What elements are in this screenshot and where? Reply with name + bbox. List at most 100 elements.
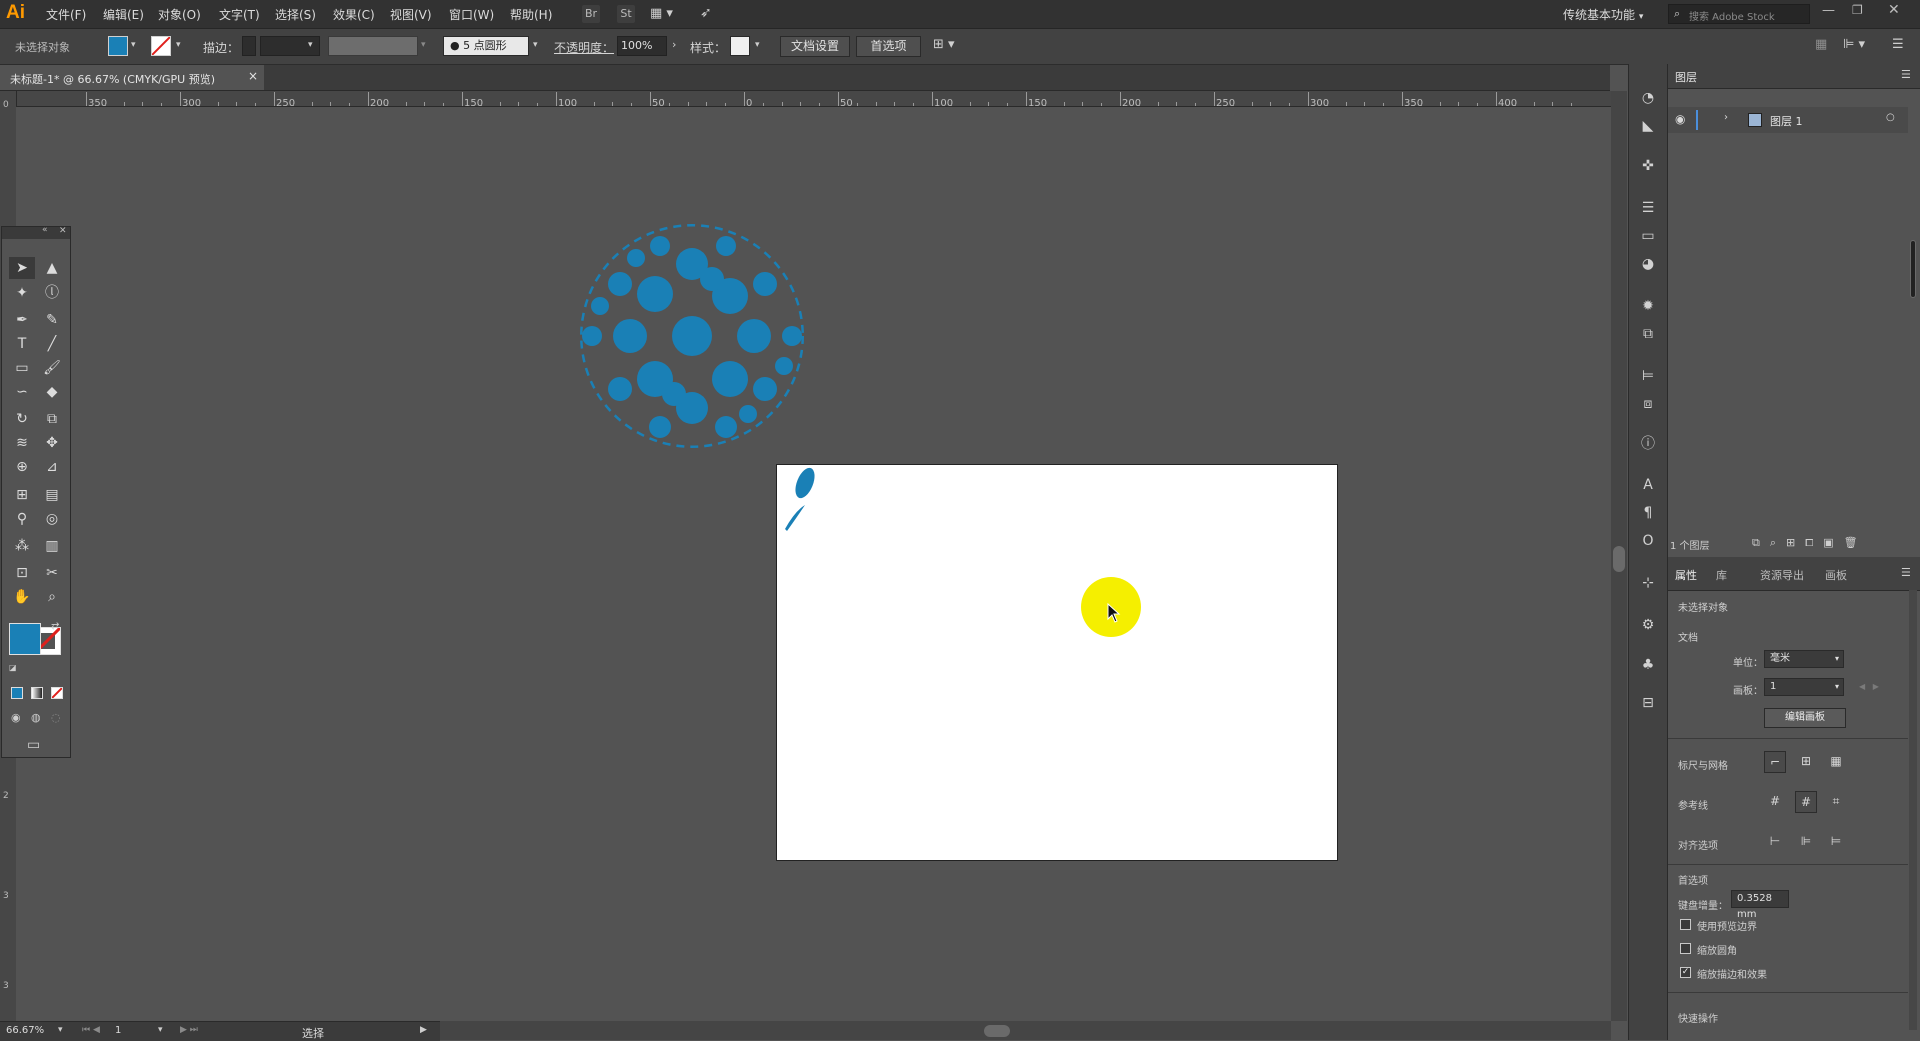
collapse-icon[interactable]: « xyxy=(42,225,48,235)
opacity-label[interactable]: 不透明度： xyxy=(554,39,614,56)
vertical-scroll-thumb[interactable] xyxy=(1613,546,1625,572)
menu-effect[interactable]: 效果(C) xyxy=(333,6,375,23)
chevron-right-icon[interactable]: › xyxy=(1724,112,1728,123)
layers-tab[interactable]: 图层 xyxy=(1675,69,1697,85)
eyedropper-tool-icon[interactable]: ⚲ xyxy=(9,508,35,530)
fill-swatch[interactable] xyxy=(108,36,128,56)
brush-stroke-artwork[interactable] xyxy=(781,465,817,531)
symbols-settings-icon[interactable]: ⚙ xyxy=(1638,615,1658,635)
artboard-select[interactable]: 1 ▾ xyxy=(1764,678,1844,696)
default-colors-icon[interactable]: ◪ xyxy=(9,663,17,672)
scale-strokes-checkbox[interactable]: ✓ xyxy=(1680,967,1691,978)
current-tool-status[interactable]: 选择 xyxy=(302,1025,324,1041)
artboard[interactable] xyxy=(776,464,1338,861)
brushes-icon[interactable]: ✜ xyxy=(1638,156,1658,176)
fill-color-box[interactable] xyxy=(9,623,41,655)
chevron-down-icon[interactable]: ▾ xyxy=(131,40,136,50)
column-graph-tool-icon[interactable]: ▥ xyxy=(39,535,65,557)
restore-icon[interactable]: ❐ xyxy=(1852,3,1863,17)
bridge-button[interactable]: Br xyxy=(582,5,600,23)
tab-libraries[interactable]: 库 xyxy=(1716,567,1727,583)
menu-file[interactable]: 文件(F) xyxy=(46,6,86,23)
align-icon[interactable]: ⊨ xyxy=(1638,366,1658,386)
chevron-right-icon[interactable]: ▶ xyxy=(420,1025,427,1035)
line-tool-icon[interactable]: ╱ xyxy=(39,333,65,355)
show-guides-icon[interactable]: # xyxy=(1764,791,1786,813)
snap-to-pixel-icon[interactable]: ⊫ xyxy=(1795,831,1817,853)
panel-menu-icon[interactable]: ☰ xyxy=(1901,566,1911,579)
lasso-tool-icon[interactable]: ⓛ xyxy=(39,282,65,304)
chevron-down-icon[interactable]: ▾ xyxy=(421,40,426,50)
first-artboard-icon[interactable]: ⏮ ◀ xyxy=(82,1025,100,1035)
scale-tool-icon[interactable]: ⧉ xyxy=(39,408,65,430)
horizontal-ruler[interactable]: 350 300 250 200 150 100 50 0 50 100 150 200 250 300 35… xyxy=(16,91,1611,107)
horizontal-scroll-thumb[interactable] xyxy=(984,1025,1010,1037)
color-guide-icon[interactable]: ◔ xyxy=(1638,88,1658,108)
symbol-sprayer-tool-icon[interactable]: ⁂ xyxy=(9,535,35,557)
rectangle-tool-icon[interactable]: ▭ xyxy=(9,357,35,379)
blend-tool-icon[interactable]: ◎ xyxy=(39,508,65,530)
vertical-scrollbar[interactable] xyxy=(1611,91,1627,1021)
eye-visibility-icon[interactable]: ◉ xyxy=(1675,112,1685,126)
swatches-icon[interactable]: ◣ xyxy=(1638,116,1658,136)
magic-wand-tool-icon[interactable]: ✦ xyxy=(9,282,35,304)
color-mode-icon[interactable] xyxy=(11,687,23,699)
tools-panel-header[interactable]: « ✕ xyxy=(2,225,70,239)
variable-width-profile[interactable] xyxy=(328,36,418,56)
selection-tool-icon[interactable]: ➤ xyxy=(9,257,35,279)
stock-search[interactable]: ⌕ 搜索 Adobe Stock xyxy=(1668,4,1810,24)
chevron-down-icon[interactable]: ▾ xyxy=(176,40,181,50)
transform-icon[interactable]: ⊹ xyxy=(1638,573,1658,593)
graphic-styles-icon[interactable]: ⧉ xyxy=(1638,324,1658,344)
stock-button[interactable]: St xyxy=(617,5,635,23)
pathfinder-icon[interactable]: ⧈ xyxy=(1638,394,1658,414)
zoom-tool-icon[interactable]: ⌕ xyxy=(39,586,65,608)
rulers-icon[interactable]: ⌐ xyxy=(1764,751,1786,773)
symbols-icon[interactable]: ♣ xyxy=(1638,655,1658,675)
edit-artboards-button[interactable]: 编辑画板 xyxy=(1764,708,1846,728)
transparency-icon[interactable]: ◕ xyxy=(1638,254,1658,274)
swap-colors-icon[interactable]: ⇄ xyxy=(51,621,59,632)
draw-normal-icon[interactable]: ◉ xyxy=(11,711,21,724)
chevron-down-icon[interactable]: ▾ xyxy=(58,1025,63,1035)
draw-inside-icon[interactable]: ◌ xyxy=(51,711,61,724)
grid-icon[interactable]: ⊞ xyxy=(1795,751,1817,773)
stroke-icon[interactable]: ☰ xyxy=(1638,198,1658,218)
preview-bounds-checkbox[interactable] xyxy=(1680,919,1691,930)
artboard-nav-icons[interactable]: ◀ ▶ xyxy=(1859,682,1879,691)
snap-to-point-icon[interactable]: ⊢ xyxy=(1764,831,1786,853)
document-tab[interactable]: 未标题-1* @ 66.67% (CMYK/GPU 预览) × xyxy=(0,65,264,90)
menu-type[interactable]: 文字(T) xyxy=(219,6,260,23)
mesh-tool-icon[interactable]: ⊞ xyxy=(9,484,35,506)
gradient-mode-icon[interactable] xyxy=(31,687,43,699)
snap-to-glyph-icon[interactable]: ⊨ xyxy=(1825,831,1847,853)
document-setup-button[interactable]: 文档设置 xyxy=(780,36,850,57)
close-icon[interactable]: ✕ xyxy=(59,226,67,236)
minimize-icon[interactable]: — xyxy=(1822,3,1835,18)
screen-mode-icon[interactable]: ▭ xyxy=(27,737,40,753)
workspace-switcher[interactable]: 传统基本功能 ▾ xyxy=(1563,6,1643,23)
menu-help[interactable]: 帮助(H) xyxy=(510,6,552,23)
chevron-down-icon[interactable]: ▾ xyxy=(755,40,760,50)
dotted-sphere-artwork[interactable] xyxy=(580,224,820,464)
menu-view[interactable]: 视图(V) xyxy=(390,6,432,23)
stroke-swatch[interactable] xyxy=(151,36,171,56)
menu-window[interactable]: 窗口(W) xyxy=(449,6,494,23)
tab-artboards[interactable]: 画板 xyxy=(1825,567,1847,583)
tab-properties[interactable]: 属性 xyxy=(1675,567,1697,583)
rotate-tool-icon[interactable]: ↻ xyxy=(9,408,35,430)
chevron-down-icon[interactable]: ▾ xyxy=(308,40,313,50)
paragraph-icon[interactable]: ¶ xyxy=(1638,503,1658,523)
unit-select[interactable]: 毫米 ▾ xyxy=(1764,650,1844,668)
layer-name[interactable]: 图层 1 xyxy=(1770,113,1803,129)
transform-icon[interactable]: ⊞ ▾ xyxy=(933,37,955,52)
gradient-tool-icon[interactable]: ▤ xyxy=(39,484,65,506)
gpu-performance-icon[interactable]: ➶ xyxy=(700,5,712,21)
hand-tool-icon[interactable]: ✋ xyxy=(9,586,35,608)
target-icon[interactable]: ○ xyxy=(1886,112,1895,123)
chevron-right-icon[interactable]: › xyxy=(672,38,676,51)
info-icon[interactable]: ⓘ xyxy=(1638,434,1658,454)
arrange-icon[interactable]: ▦ xyxy=(1815,37,1827,52)
canvas[interactable] xyxy=(16,107,1611,1021)
panel-menu-icon[interactable]: ☰ xyxy=(1892,37,1904,52)
